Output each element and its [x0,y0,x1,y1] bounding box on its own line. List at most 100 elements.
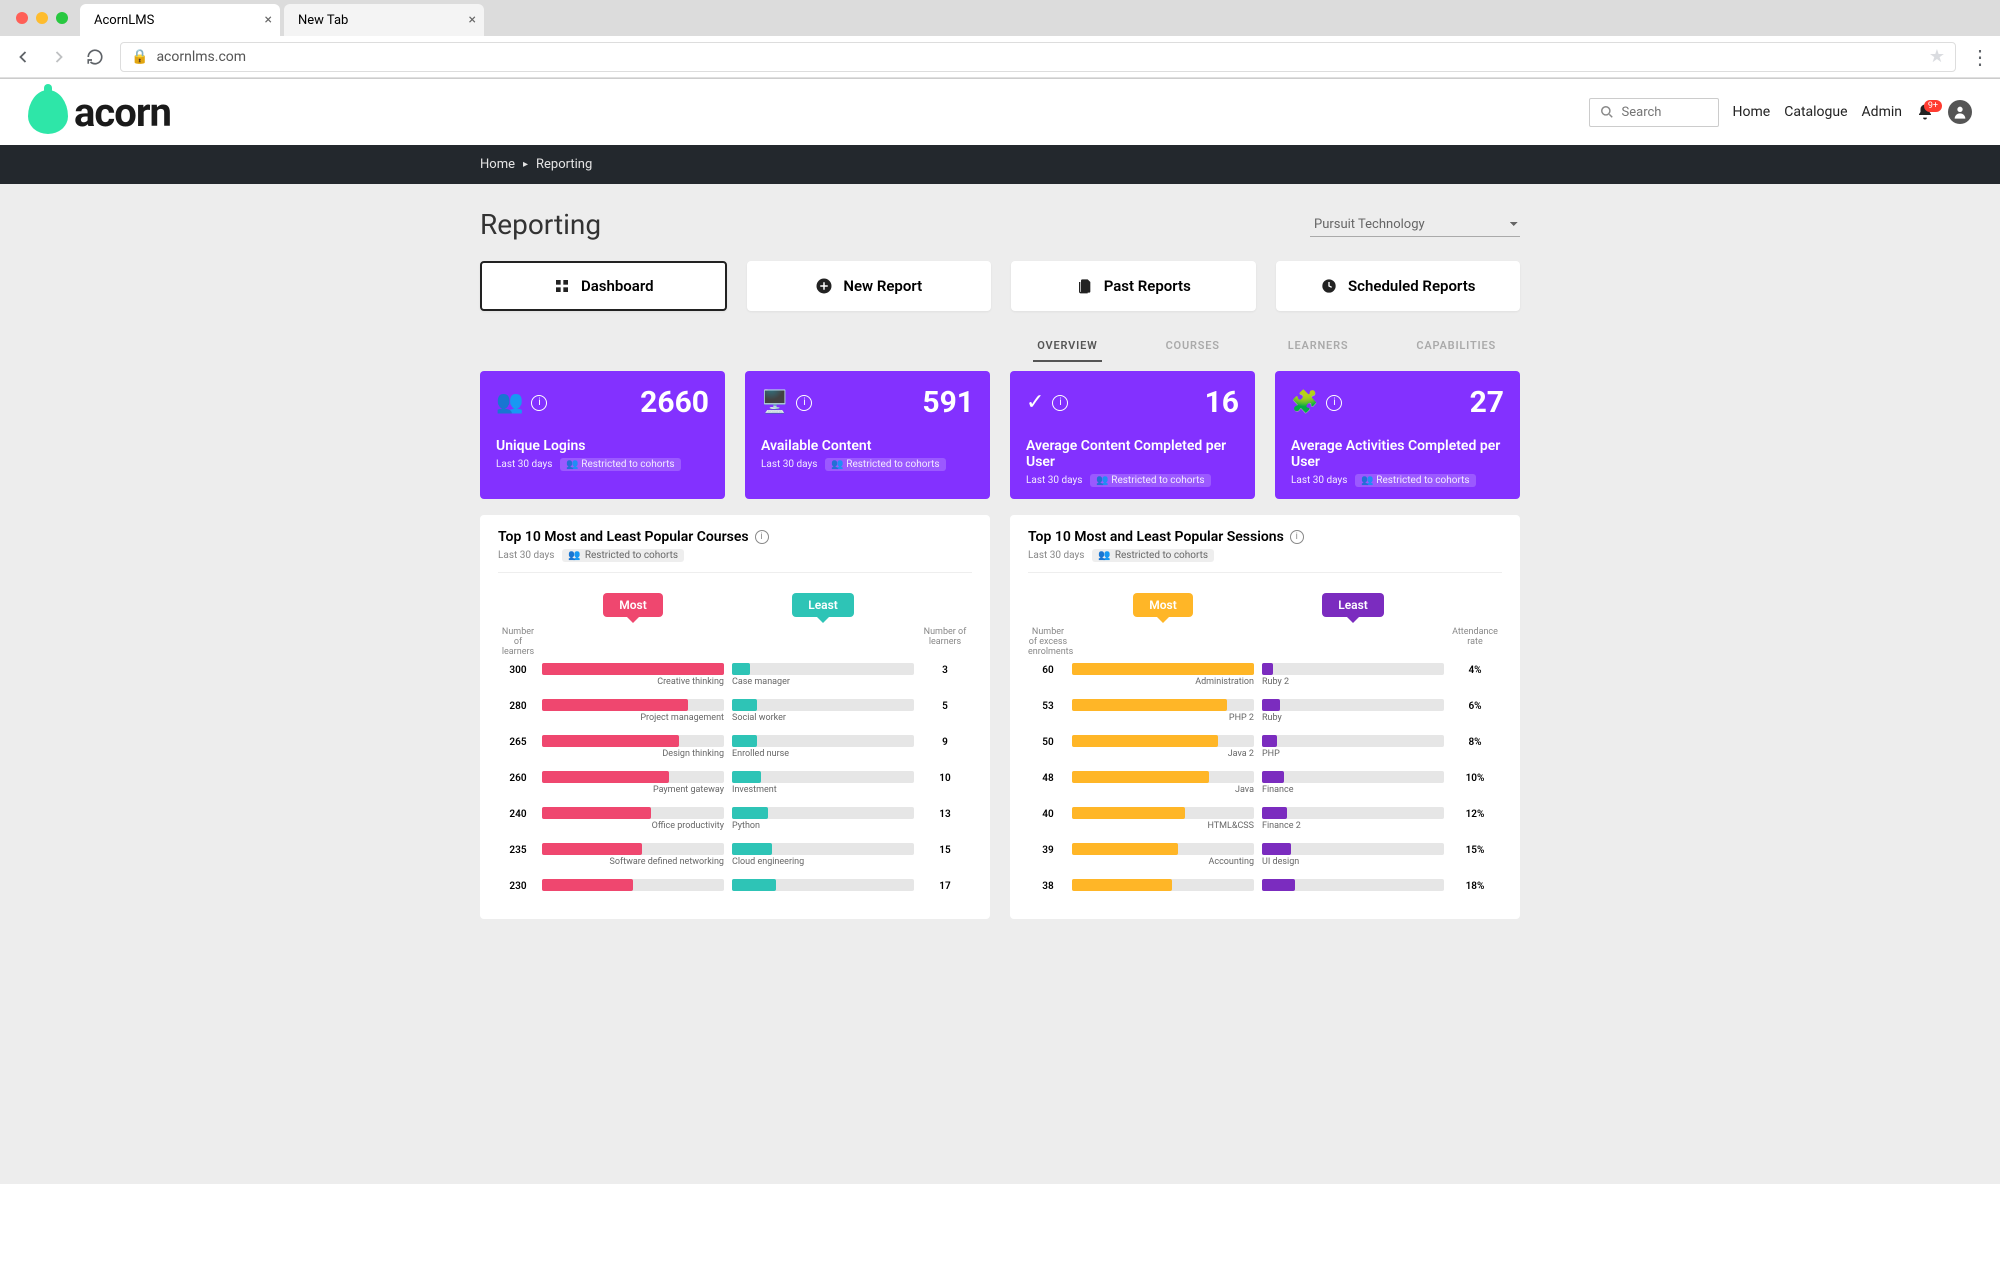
report-btn-past-reports[interactable]: Past Reports [1011,261,1256,311]
back-icon[interactable] [12,46,34,68]
bar-value-right: 9 [918,735,972,748]
bar-label: Design thinking [542,749,724,759]
bar-value-left: 53 [1028,699,1068,712]
url-text: acornlms.com [156,49,246,65]
kpi-card: ✓i16Average Content Completed per UserLa… [1010,371,1255,499]
close-icon[interactable]: × [265,12,272,28]
bar-row: 265 Design thinking Enrolled nurse 9 [498,735,972,759]
nav-link-catalogue[interactable]: Catalogue [1784,104,1847,120]
bar-label: Social worker [732,713,914,723]
browser-tab[interactable]: New Tab× [284,4,484,36]
bookmark-star-icon[interactable]: ★ [1929,46,1945,67]
bar-label: HTML&CSS [1072,821,1254,831]
bar-value-left: 50 [1028,735,1068,748]
bar-value-left: 230 [498,879,538,892]
bar-value-left: 300 [498,663,538,676]
bar-value-right: 17 [918,879,972,892]
kpi-label: Average Content Completed per User [1026,438,1239,470]
report-btn-scheduled-reports[interactable]: Scheduled Reports [1276,261,1521,311]
report-btn-dashboard[interactable]: Dashboard [480,261,727,311]
address-bar[interactable]: 🔒 acornlms.com ★ [120,42,1956,72]
bar-value-left: 60 [1028,663,1068,676]
info-icon[interactable]: i [796,395,812,411]
forward-icon [48,46,70,68]
org-select[interactable]: Pursuit Technology [1310,213,1520,237]
bar-value-left: 38 [1028,879,1068,892]
bar-value-left: 48 [1028,771,1068,784]
bar-label: Ruby [1262,713,1444,723]
search-icon [1600,105,1614,119]
browser-tab[interactable]: AcornLMS× [80,4,280,36]
breadcrumb: Home▸Reporting [0,145,2000,184]
least-bubble: Least [792,593,854,617]
logo-text: acorn [74,89,171,136]
bar-value-right: 15 [918,843,972,856]
reload-icon[interactable] [84,46,106,68]
bar-value-left: 280 [498,699,538,712]
kpi-card: 🖥️i591Available ContentLast 30 days👥 Res… [745,371,990,499]
cohort-chip: 👥 Restricted to cohorts [562,549,684,562]
info-icon[interactable]: i [1326,395,1342,411]
bar-label: Java 2 [1072,749,1254,759]
bar-value-left: 235 [498,843,538,856]
info-icon[interactable]: i [1052,395,1068,411]
bar-value-right: 10 [918,771,972,784]
bar-row: 48 Java Finance 10% [1028,771,1502,795]
bar-label: Accounting [1072,857,1254,867]
bar-row: 40 HTML&CSS Finance 2 12% [1028,807,1502,831]
bar-label: Java [1072,785,1254,795]
kpi-value: 27 [1470,385,1504,420]
chart-title: Top 10 Most and Least Popular Sessions [1028,529,1284,545]
search-input[interactable] [1589,98,1719,127]
nav-link-admin[interactable]: Admin [1862,104,1902,120]
kpi-label: Available Content [761,438,974,454]
bar-row: 300 Creative thinking Case manager 3 [498,663,972,687]
lock-icon: 🔒 [131,49,148,65]
kpi-value: 16 [1205,385,1239,420]
bar-value-right: 5 [918,699,972,712]
plus-icon [815,277,833,295]
bar-value-right: 15% [1448,843,1502,856]
logo[interactable]: acorn [28,89,171,136]
notifications-button[interactable]: 9+ [1916,103,1934,121]
breadcrumb-item[interactable]: Home [480,157,515,172]
info-icon[interactable]: i [1290,530,1304,544]
info-icon[interactable]: i [755,530,769,544]
puzzle-icon: 🧩 [1291,390,1318,415]
monitor-icon: 🖥️ [761,390,788,415]
cohort-chip: 👥 Restricted to cohorts [1355,474,1475,487]
bar-label: Case manager [732,677,914,687]
notification-badge: 9+ [1924,100,1942,112]
cohort-chip: 👥 Restricted to cohorts [825,458,945,471]
bar-label: Project management [542,713,724,723]
tab-learners[interactable]: LEARNERS [1284,331,1353,362]
bar-label: Cloud engineering [732,857,914,867]
most-bubble: Most [1133,593,1193,617]
bar-value-left: 39 [1028,843,1068,856]
kpi-label: Unique Logins [496,438,709,454]
bar-label: UI design [1262,857,1444,867]
least-bubble: Least [1322,593,1384,617]
bar-row: 280 Project management Social worker 5 [498,699,972,723]
report-btn-new-report[interactable]: New Report [747,261,992,311]
tab-capabilities[interactable]: CAPABILITIES [1412,331,1500,362]
bar-label: Python [732,821,914,831]
bar-value-right: 4% [1448,663,1502,676]
bar-value-right: 6% [1448,699,1502,712]
users-icon: 👥 [496,390,523,415]
tab-overview[interactable]: OVERVIEW [1033,331,1101,362]
tab-courses[interactable]: COURSES [1162,331,1224,362]
clock-icon [1320,277,1338,295]
window-controls[interactable] [8,12,76,24]
avatar[interactable] [1948,100,1972,124]
info-icon[interactable]: i [531,395,547,411]
bar-label: Finance 2 [1262,821,1444,831]
bar-value-right: 8% [1448,735,1502,748]
close-icon[interactable]: × [469,12,476,28]
browser-chrome: AcornLMS×New Tab× 🔒 acornlms.com ★ ⋮ [0,0,2000,79]
browser-menu-icon[interactable]: ⋮ [1970,45,1988,69]
bar-value-left: 265 [498,735,538,748]
kpi-card: 🧩i27Average Activities Completed per Use… [1275,371,1520,499]
bar-label: Office productivity [542,821,724,831]
nav-link-home[interactable]: Home [1733,104,1771,120]
